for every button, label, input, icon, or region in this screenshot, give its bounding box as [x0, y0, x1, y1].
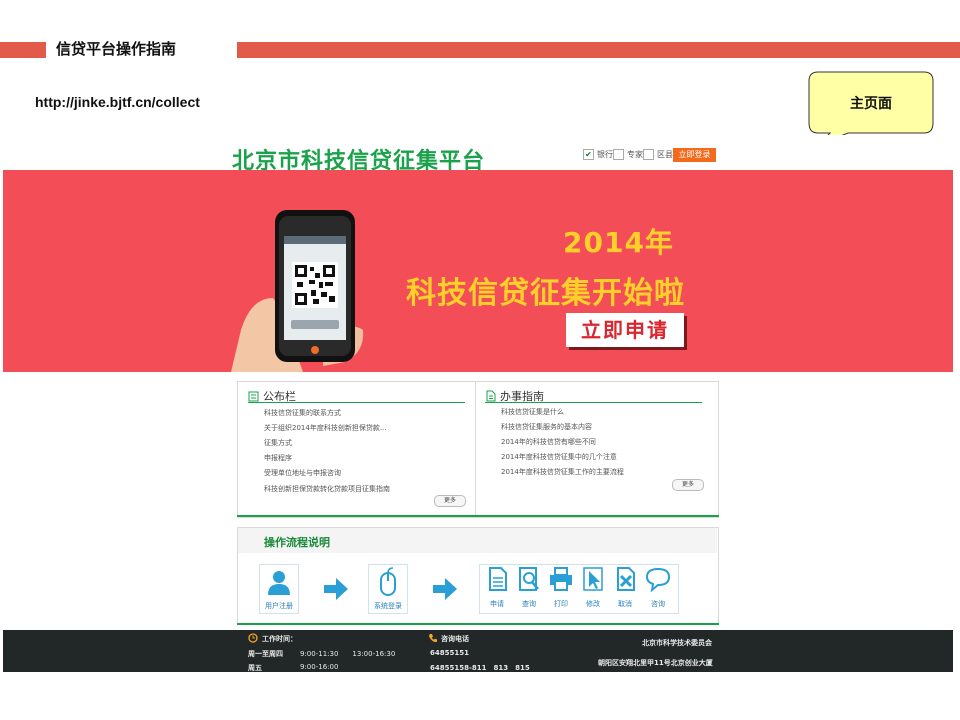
guide-item[interactable]: 科技信贷征集服务的基本内容	[501, 422, 592, 432]
clock-icon	[248, 633, 258, 643]
bulletin-item[interactable]: 征集方式	[264, 438, 292, 448]
checkbox-checked-icon[interactable]: ✔	[583, 149, 594, 160]
bulletin-board-icon	[248, 391, 259, 402]
search-icon	[519, 567, 539, 591]
guide-item[interactable]: 科技信贷征集是什么	[501, 407, 564, 417]
action-label: 查询	[522, 600, 536, 608]
banner-year: 2014年	[563, 226, 674, 259]
guide-item[interactable]: 2014年度科技信贷征集中的几个注意	[501, 452, 617, 462]
checkbox-icon[interactable]	[613, 149, 624, 160]
site-url[interactable]: http://jinke.bjtf.cn/collect	[35, 94, 200, 110]
action-label: 咨询	[651, 600, 665, 608]
bulletin-item[interactable]: 申报程序	[264, 453, 292, 463]
bulletin-item[interactable]: 科技创新担保贷款转化贷款项目征集指南	[264, 484, 390, 494]
phone-icon	[429, 634, 437, 643]
role-option-bank[interactable]: ✔ 银行	[583, 149, 613, 160]
role-label: 专家	[627, 150, 643, 159]
action-label: 打印	[554, 600, 568, 608]
role-option-district[interactable]: 区县	[643, 149, 673, 160]
callout-text: 主页面	[850, 96, 892, 112]
register-label: 用户注册	[265, 602, 293, 610]
footer-hours-times: 9:00-11:30 13:00-16:30	[300, 650, 396, 658]
bulletin-item[interactable]: 关于组织2014年度科技创新担保贷款...	[264, 423, 387, 433]
action-label: 修改	[586, 600, 600, 608]
bulletin-item[interactable]: 科技信贷征集的联系方式	[264, 408, 341, 418]
process-title: 操作流程说明	[264, 536, 330, 549]
cursor-icon	[583, 567, 603, 591]
cancel-icon	[617, 567, 635, 591]
action-modify[interactable]: 修改	[578, 566, 608, 612]
role-option-expert[interactable]: 专家	[613, 149, 643, 160]
panel-bottom-line	[237, 515, 719, 517]
footer-phone-number: 64855158-811 813 815	[430, 664, 530, 672]
guide-item[interactable]: 2014年的科技信贷有哪些不同	[501, 437, 596, 447]
process-bottom-line	[237, 623, 719, 625]
guide-item[interactable]: 2014年度科技信贷征集工作的主要流程	[501, 467, 624, 477]
arrow-right-icon	[433, 578, 457, 600]
footer-address: 朝阳区安翔北里甲11号北京创业大厦	[598, 659, 713, 667]
mouse-icon	[380, 567, 396, 596]
footer-hours-title: 工作时间：	[262, 635, 297, 643]
login-label: 系统登录	[374, 602, 402, 610]
register-step[interactable]: 用户注册	[259, 564, 299, 614]
footer-org: 北京市科学技术委员会	[642, 639, 712, 647]
action-print[interactable]: 打印	[546, 566, 576, 612]
action-query[interactable]: 查询	[514, 566, 544, 612]
arrow-right-icon	[324, 578, 348, 600]
printer-icon	[550, 567, 572, 591]
apply-now-button[interactable]: 立即申请	[566, 313, 684, 347]
action-apply[interactable]: 申请	[482, 566, 512, 612]
action-consult[interactable]: 咨询	[642, 566, 674, 612]
footer-hours-days: 周五	[248, 664, 262, 672]
footer-hours-times: 9:00-16:00	[300, 663, 339, 671]
header-bar-right	[237, 42, 960, 58]
header-bar-left	[0, 42, 46, 58]
bulletin-title-underline	[248, 402, 465, 403]
bulletin-more-button[interactable]: 更多	[434, 495, 466, 507]
slide-title: 信贷平台操作指南	[56, 40, 177, 58]
action-label: 申请	[490, 600, 504, 608]
qr-code-icon	[292, 262, 338, 308]
document-icon	[486, 390, 496, 402]
login-button[interactable]: 立即登录	[673, 148, 716, 162]
footer-phone-number: 64855151	[430, 649, 469, 657]
bulletin-item[interactable]: 受理单位地址与申报咨询	[264, 468, 341, 478]
guide-title-underline	[485, 402, 702, 403]
banner-slogan: 科技信贷征集开始啦	[406, 276, 685, 311]
guide-more-button[interactable]: 更多	[672, 479, 704, 491]
action-cancel[interactable]: 取消	[610, 566, 640, 612]
document-icon	[489, 567, 507, 591]
action-label: 取消	[618, 600, 632, 608]
login-step[interactable]: 系统登录	[368, 564, 408, 614]
role-label: 银行	[597, 150, 613, 159]
panel-divider	[475, 381, 476, 516]
user-icon	[268, 571, 290, 595]
chat-icon	[645, 567, 671, 593]
footer-hours-days: 周一至周四	[248, 650, 283, 658]
checkbox-icon[interactable]	[643, 149, 654, 160]
role-label: 区县	[657, 150, 673, 159]
footer-phone-title: 咨询电话	[441, 635, 469, 643]
